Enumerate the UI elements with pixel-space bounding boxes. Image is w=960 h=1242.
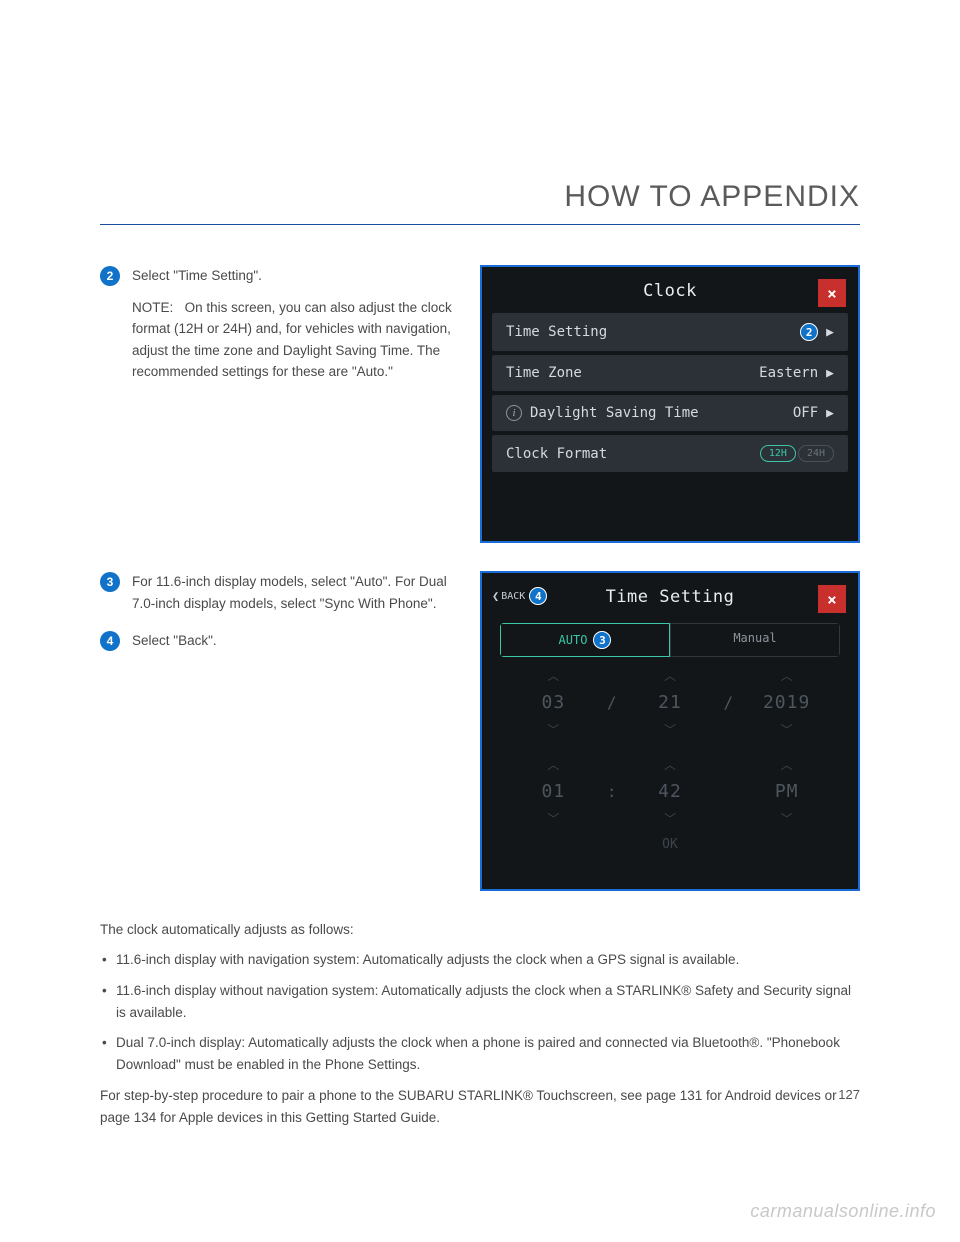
- row-time-setting[interactable]: Time Setting 2 ▶: [492, 313, 848, 351]
- date-month: 03: [504, 688, 603, 717]
- chevron-down-icon[interactable]: ﹀: [621, 806, 720, 831]
- chevron-left-icon: ❮: [492, 589, 499, 603]
- chevron-up-icon[interactable]: ︿: [737, 663, 836, 688]
- time-setting-screen: ❮ BACK 4 Time Setting × AUTO 3 Manual ︿ …: [480, 571, 860, 891]
- chevron-right-icon: ▶: [826, 406, 834, 421]
- row-dst-value: OFF: [793, 405, 818, 421]
- step-3: 3 For 11.6-inch display models, select "…: [100, 571, 460, 614]
- page-number: 127: [838, 1087, 860, 1102]
- chevron-down-icon[interactable]: ﹀: [621, 717, 720, 742]
- row-clock-format[interactable]: Clock Format 12H 24H: [492, 435, 848, 472]
- tab-auto-label: AUTO: [559, 633, 588, 647]
- row-dst-label: Daylight Saving Time: [530, 405, 699, 421]
- chevron-down-icon[interactable]: ﹀: [737, 806, 836, 831]
- bullet-3: Dual 7.0-inch display: Automatically adj…: [100, 1032, 860, 1077]
- chevron-down-icon[interactable]: ﹀: [504, 717, 603, 742]
- time-sep: :: [603, 782, 621, 801]
- format-24h-toggle[interactable]: 24H: [798, 445, 834, 462]
- note-label: NOTE:: [132, 300, 173, 315]
- format-12h-toggle[interactable]: 12H: [760, 445, 796, 462]
- tab-manual[interactable]: Manual: [670, 623, 840, 657]
- row-time-zone-value: Eastern: [759, 365, 818, 381]
- row-time-zone-label: Time Zone: [506, 365, 582, 381]
- footer-paragraph: For step-by-step procedure to pair a pho…: [100, 1085, 860, 1130]
- date-sep: /: [719, 693, 737, 712]
- chevron-up-icon[interactable]: ︿: [737, 752, 836, 777]
- ok-button[interactable]: OK: [482, 837, 858, 852]
- step-badge-4: 4: [100, 631, 120, 651]
- step-badge-2: 2: [100, 266, 120, 286]
- row-time-zone[interactable]: Time Zone Eastern ▶: [492, 355, 848, 391]
- step-4: 4 Select "Back".: [100, 630, 460, 652]
- watermark: carmanualsonline.info: [750, 1201, 936, 1222]
- step-2-text: Select "Time Setting".: [132, 265, 460, 287]
- row-dst[interactable]: i Daylight Saving Time OFF ▶: [492, 395, 848, 431]
- time-ampm: PM: [737, 777, 836, 806]
- back-label: BACK: [501, 591, 525, 602]
- page-title: HOW TO APPENDIX: [100, 180, 860, 225]
- chevron-up-icon[interactable]: ︿: [504, 752, 603, 777]
- clock-screen-title: Clock: [482, 267, 858, 309]
- bullet-2: 11.6-inch display without navigation sys…: [100, 980, 860, 1025]
- step-2: 2 Select "Time Setting". NOTE: On this s…: [100, 265, 460, 383]
- tab-auto[interactable]: AUTO 3: [500, 623, 670, 657]
- row-clock-format-label: Clock Format: [506, 446, 607, 462]
- chevron-up-icon[interactable]: ︿: [621, 752, 720, 777]
- chevron-down-icon[interactable]: ﹀: [737, 717, 836, 742]
- clock-intro: The clock automatically adjusts as follo…: [100, 919, 860, 941]
- date-year: 2019: [737, 688, 836, 717]
- chevron-right-icon: ▶: [826, 325, 834, 340]
- date-day: 21: [621, 688, 720, 717]
- row-time-setting-label: Time Setting: [506, 324, 607, 340]
- chevron-right-icon: ▶: [826, 366, 834, 381]
- bullet-1: 11.6-inch display with navigation system…: [100, 949, 860, 971]
- time-hour: 01: [504, 777, 603, 806]
- step-4-text: Select "Back".: [132, 630, 217, 652]
- callout-2: 2: [800, 323, 818, 341]
- info-icon: i: [506, 405, 522, 421]
- date-sep: /: [603, 693, 621, 712]
- chevron-up-icon[interactable]: ︿: [504, 663, 603, 688]
- chevron-down-icon[interactable]: ﹀: [504, 806, 603, 831]
- step-badge-3: 3: [100, 572, 120, 592]
- step-3-text: For 11.6-inch display models, select "Au…: [132, 571, 460, 614]
- chevron-up-icon[interactable]: ︿: [621, 663, 720, 688]
- time-minute: 42: [621, 777, 720, 806]
- callout-3: 3: [593, 631, 611, 649]
- callout-4: 4: [529, 587, 547, 605]
- back-button[interactable]: ❮ BACK 4: [492, 587, 547, 605]
- close-button[interactable]: ×: [818, 279, 846, 307]
- clock-screen: Clock × Time Setting 2 ▶ Time Zone Easte…: [480, 265, 860, 543]
- close-button[interactable]: ×: [818, 585, 846, 613]
